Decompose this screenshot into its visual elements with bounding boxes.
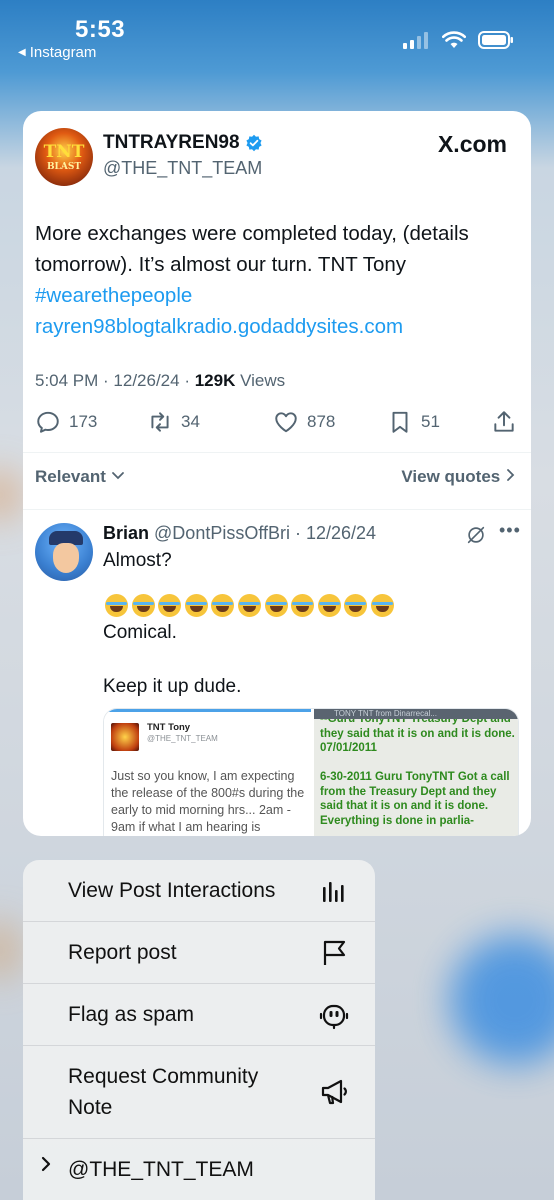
cellular-signal-icon bbox=[403, 32, 428, 49]
like-count: 878 bbox=[307, 412, 336, 431]
author-handle[interactable]: @THE_TNT_TEAM bbox=[103, 158, 262, 179]
views-count: 129K bbox=[194, 371, 236, 390]
status-time: 5:53 bbox=[75, 16, 126, 43]
repost-count: 34 bbox=[181, 412, 200, 431]
media-author-handle: @THE_TNT_TEAM bbox=[147, 734, 218, 743]
bar-chart-icon bbox=[323, 882, 344, 902]
menu-item-label: View Post Interactions bbox=[68, 879, 276, 902]
menu-item-view-post-interactions[interactable]: View Post Interactions bbox=[23, 860, 375, 922]
post-meta: 5:04 PM · 12/26/24 · 129K Views bbox=[35, 371, 285, 391]
post-actions: 173 34 878 51 bbox=[35, 409, 520, 443]
bookmark-icon bbox=[392, 411, 408, 433]
menu-item-label: @THE_TNT_TEAM bbox=[68, 1158, 254, 1181]
chevron-down-icon bbox=[111, 472, 124, 480]
laughing-tears-emoji-icon bbox=[289, 593, 316, 619]
laughing-tears-emoji-icon bbox=[342, 593, 369, 619]
grok-icon[interactable] bbox=[465, 524, 487, 546]
context-menu: View Post Interactions Report post Flag … bbox=[23, 860, 375, 1200]
sort-dropdown[interactable]: Relevant bbox=[35, 467, 125, 487]
megaphone-icon bbox=[321, 1079, 347, 1105]
menu-item-flag-as-spam[interactable]: Flag as spam bbox=[23, 984, 375, 1046]
external-link[interactable]: rayren98blogtalkradio.godaddysites.com bbox=[35, 315, 403, 338]
media-right-text2: 6-30-2011 Guru TonyTNT Got a call from t… bbox=[320, 771, 510, 827]
verified-badge-icon bbox=[245, 134, 262, 152]
back-to-app-button[interactable]: ◀ Instagram bbox=[18, 44, 96, 61]
reply-author-avatar[interactable] bbox=[35, 523, 93, 581]
reply-media[interactable]: TNT Tony @THE_TNT_TEAM Just so you know,… bbox=[103, 708, 519, 836]
menu-item-request-community-note[interactable]: Request Community Note bbox=[23, 1046, 375, 1139]
reply-text-line3: Keep it up dude. bbox=[103, 676, 242, 697]
menu-item-label: Flag as spam bbox=[68, 1003, 195, 1026]
post-preview-card[interactable]: TNT BLAST TNTRAYREN98 @THE_TNT_TEAM X.co… bbox=[23, 111, 531, 836]
laughing-tears-emoji-icon bbox=[316, 593, 343, 619]
views-label: Views bbox=[240, 371, 286, 390]
laughing-tears-emoji-icon bbox=[156, 593, 183, 619]
emoji-row bbox=[103, 593, 396, 619]
wifi-icon bbox=[442, 31, 466, 48]
laughing-tears-emoji-icon bbox=[103, 593, 130, 619]
reply-icon bbox=[37, 411, 59, 433]
author-avatar[interactable]: TNT BLAST bbox=[35, 128, 93, 186]
laughing-tears-emoji-icon bbox=[263, 593, 290, 619]
battery-icon bbox=[478, 31, 513, 49]
repost-button[interactable]: 34 bbox=[147, 409, 200, 435]
share-button[interactable] bbox=[491, 409, 517, 435]
back-triangle-icon: ◀ bbox=[18, 47, 26, 58]
view-quotes-link[interactable]: View quotes bbox=[401, 467, 515, 487]
divider bbox=[23, 452, 531, 453]
laughing-tears-emoji-icon bbox=[183, 593, 210, 619]
sort-label: Relevant bbox=[35, 467, 106, 486]
bookmark-button[interactable]: 51 bbox=[387, 409, 440, 435]
post-text-body: More exchanges were completed today, (de… bbox=[35, 222, 469, 276]
laughing-tears-emoji-icon bbox=[209, 593, 236, 619]
menu-item-label: Request Community Note bbox=[68, 1065, 259, 1119]
media-right-topbar: TONY TNT from Dinarrecal... bbox=[314, 709, 518, 719]
menu-item-author-account[interactable]: @THE_TNT_TEAM bbox=[23, 1139, 375, 1200]
media-avatar bbox=[111, 723, 139, 751]
status-bar: 5:53 ◀ Instagram bbox=[0, 0, 554, 70]
hashtag-link[interactable]: #wearethepeople bbox=[35, 284, 192, 307]
media-left-text: Just so you know, I am expecting the rel… bbox=[111, 769, 305, 834]
robot-icon bbox=[319, 1004, 349, 1030]
source-label: X.com bbox=[437, 131, 507, 157]
repost-icon bbox=[151, 412, 169, 432]
menu-item-label: Report post bbox=[68, 941, 177, 964]
background-blur-orange bbox=[0, 470, 20, 520]
divider bbox=[23, 509, 531, 510]
status-icons bbox=[402, 30, 514, 50]
chevron-right-icon bbox=[41, 1156, 51, 1177]
view-quotes-label: View quotes bbox=[401, 467, 501, 486]
flag-icon bbox=[323, 940, 346, 965]
media-author-name: TNT Tony bbox=[147, 722, 191, 733]
media-image-left[interactable]: TNT Tony @THE_TNT_TEAM Just so you know,… bbox=[104, 709, 311, 836]
bookmark-count: 51 bbox=[421, 412, 440, 431]
author-name[interactable]: TNTRAYREN98 bbox=[103, 132, 263, 154]
share-icon bbox=[494, 411, 514, 432]
heart-icon bbox=[275, 412, 297, 433]
post-text: More exchanges were completed today, (de… bbox=[35, 218, 520, 342]
laughing-tears-emoji-icon bbox=[236, 593, 263, 619]
like-button[interactable]: 878 bbox=[273, 409, 335, 435]
reply-text-line2: Comical. bbox=[103, 622, 177, 643]
media-image-right[interactable]: --Guru TonyTNT Treasury Dept and they sa… bbox=[314, 709, 518, 836]
media-right-date: 07/01/2011 bbox=[320, 742, 377, 754]
post-timestamp: 5:04 PM · 12/26/24 · bbox=[35, 371, 195, 390]
laughing-tears-emoji-icon bbox=[369, 593, 396, 619]
laughing-tears-emoji-icon bbox=[130, 593, 157, 619]
media-right-text: --Guru TonyTNT Treasury Dept and they sa… bbox=[320, 712, 516, 828]
background-blur-blue bbox=[450, 935, 554, 1065]
reply-header: Brian @DontPissOffBri · 12/26/24 bbox=[103, 523, 376, 544]
back-app-label: Instagram bbox=[29, 44, 97, 61]
reply-text-line1: Almost? bbox=[103, 550, 172, 571]
reply-author-name[interactable]: Brian bbox=[103, 523, 149, 543]
reply-count: 173 bbox=[69, 412, 98, 431]
menu-item-report-post[interactable]: Report post bbox=[23, 922, 375, 984]
reply-handle-date[interactable]: @DontPissOffBri · 12/26/24 bbox=[154, 523, 376, 543]
background-blur-orange bbox=[0, 920, 20, 980]
reply-button[interactable]: 173 bbox=[35, 409, 97, 435]
chevron-right-icon bbox=[507, 469, 515, 481]
more-options-icon[interactable]: ••• bbox=[499, 520, 521, 541]
